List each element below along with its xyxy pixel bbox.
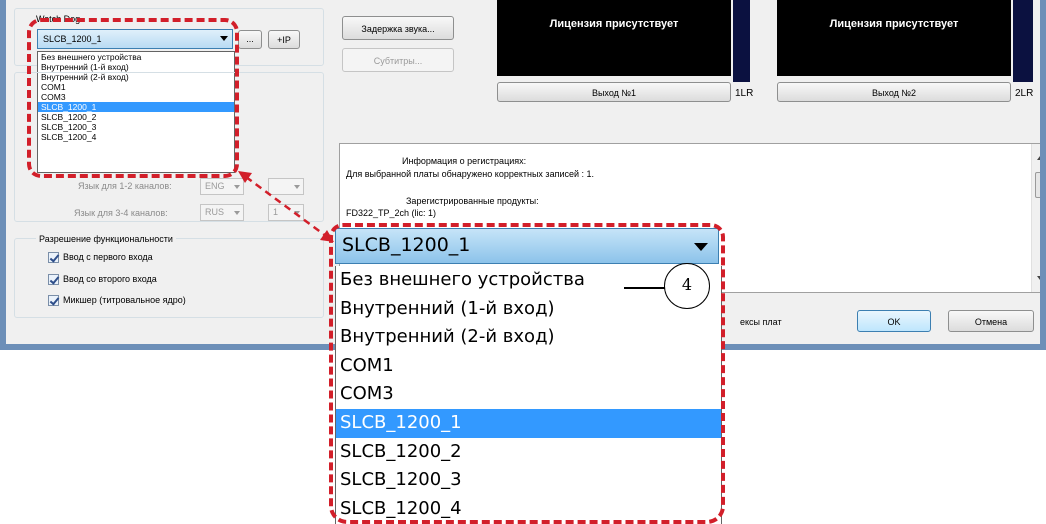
scroll-up-icon[interactable] xyxy=(1037,156,1040,160)
functionality-title: Разрешение функциональности xyxy=(36,234,176,244)
language-12-count-combo[interactable] xyxy=(268,178,304,195)
license-status-2: Лицензия присутствует xyxy=(777,0,1011,76)
sound-delay-button[interactable]: Задержка звука... xyxy=(342,16,454,40)
footer-fragment: ексы плат xyxy=(740,317,782,327)
language-12-combo[interactable]: ENG xyxy=(200,178,244,195)
check-input-1[interactable]: Ввод с первого входа xyxy=(48,252,153,266)
scroll-thumb[interactable] xyxy=(1035,172,1040,198)
output-1-lr-label: 1LR xyxy=(735,88,754,99)
chevron-down-icon xyxy=(234,211,240,215)
highlight-frame-small xyxy=(27,18,239,178)
callout-leader-line xyxy=(624,287,666,289)
check-mixer-label: Микшер (титровальное ядро) xyxy=(63,295,186,305)
level-meter-2 xyxy=(1013,0,1033,82)
output-2-lr-label: 2LR xyxy=(1015,88,1034,99)
check-input-2[interactable]: Ввод со второго входа xyxy=(48,274,157,288)
chevron-down-icon xyxy=(294,185,300,189)
language-34-count-value: 1 xyxy=(273,207,279,217)
callout-number: 4 xyxy=(664,263,710,309)
subtitles-button[interactable]: Субтитры... xyxy=(342,48,454,72)
cancel-button[interactable]: Отмена xyxy=(948,310,1034,332)
check-input-2-label: Ввод со второго входа xyxy=(63,274,157,284)
output-1-button[interactable]: Выход №1 xyxy=(497,82,731,102)
checkbox-icon xyxy=(48,252,59,264)
check-mixer[interactable]: Микшер (титровальное ядро) xyxy=(48,295,186,309)
info-products-title: Зарегистрированные продукты: xyxy=(406,196,539,206)
license-status-1: Лицензия присутствует xyxy=(497,0,731,76)
info-product: FD322_TP_2ch (lic: 1) xyxy=(346,208,437,218)
add-ip-button[interactable]: +IP xyxy=(268,30,300,49)
language-12-value: ENG xyxy=(205,181,225,191)
chevron-down-icon xyxy=(294,211,300,215)
language-34-combo[interactable]: RUS xyxy=(200,204,244,221)
language-34-label: Язык для 3-4 каналов: xyxy=(74,208,168,218)
chevron-down-icon xyxy=(234,185,240,189)
checkbox-icon xyxy=(48,295,59,307)
language-34-value: RUS xyxy=(205,207,225,217)
checkbox-icon xyxy=(48,274,59,286)
check-input-1-label: Ввод с первого входа xyxy=(63,252,153,262)
info-found: Для выбранной платы обнаружено корректны… xyxy=(346,169,595,179)
scroll-down-icon[interactable] xyxy=(1037,276,1040,280)
output-2-button[interactable]: Выход №2 xyxy=(777,82,1011,102)
language-34-count-combo[interactable]: 1 xyxy=(268,204,304,221)
browse-button[interactable]: ... xyxy=(238,30,262,49)
info-title: Информация о регистрациях: xyxy=(402,156,527,166)
highlight-frame-large xyxy=(329,223,725,524)
ok-button[interactable]: OK xyxy=(857,310,931,332)
level-meter-1 xyxy=(733,0,750,82)
info-scrollbar[interactable] xyxy=(1031,144,1040,292)
language-12-label: Язык для 1-2 каналов: xyxy=(78,181,172,191)
